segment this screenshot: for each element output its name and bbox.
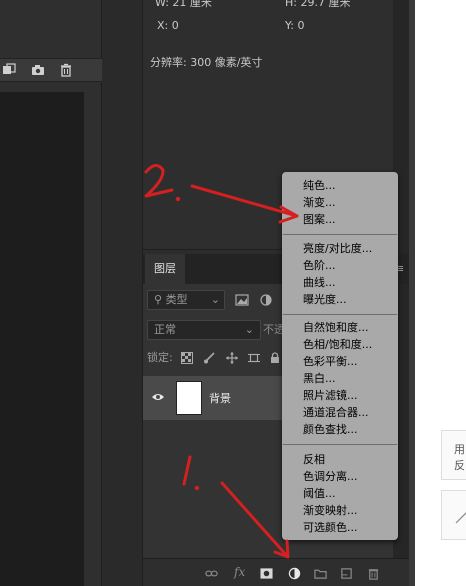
panel-gutter <box>103 0 143 586</box>
left-panel <box>0 0 102 586</box>
new-layer-icon[interactable] <box>340 567 353 580</box>
chevron-down-icon: ⌄ <box>210 293 220 306</box>
menu-item-color-balance[interactable]: 色彩平衡... <box>303 355 358 368</box>
camera-icon[interactable] <box>31 63 45 77</box>
menu-item-color-lookup[interactable]: 颜色查找... <box>303 423 358 436</box>
layer-filter-select[interactable]: ⚲ 类型 ⌄ <box>147 290 225 310</box>
menu-separator <box>283 314 397 315</box>
eye-icon[interactable] <box>151 392 165 402</box>
menu-item-vibrance[interactable]: 自然饱和度... <box>303 321 369 334</box>
adjustment-layer-icon[interactable] <box>288 567 301 580</box>
side-card-2[interactable] <box>441 490 466 540</box>
folder-icon[interactable] <box>314 567 327 580</box>
menu-item-gradient-map[interactable]: 渐变映射... <box>303 504 358 517</box>
adjustment-layer-menu: 纯色... 渐变... 图案... 亮度/对比度... 色阶... 曲线... … <box>282 172 398 540</box>
mask-icon[interactable] <box>260 567 273 580</box>
menu-separator <box>283 444 397 445</box>
menu-item-photo-filter[interactable]: 照片滤镜... <box>303 389 358 402</box>
menu-separator <box>283 234 397 235</box>
left-panel-toolbar <box>0 58 102 82</box>
search-icon: ⚲ <box>154 293 163 306</box>
move-icon[interactable] <box>226 352 238 364</box>
page-edge-shadow <box>409 0 415 586</box>
menu-item-levels[interactable]: 色阶... <box>303 259 336 272</box>
menu-item-channel-mixer[interactable]: 通道混合器... <box>303 406 369 419</box>
tab-layers[interactable]: 图层 <box>145 254 185 284</box>
menu-item-selective-color[interactable]: 可选颜色... <box>303 521 358 534</box>
menu-item-brightness-contrast[interactable]: 亮度/对比度... <box>303 242 372 255</box>
pen-stroke-icon <box>455 512 466 524</box>
trash-icon[interactable] <box>367 567 380 580</box>
side-card-text-2: 反 <box>454 459 465 472</box>
menu-item-curves[interactable]: 曲线... <box>303 276 336 289</box>
left-canvas-area[interactable] <box>0 92 84 586</box>
x-value: X: 0 <box>157 19 179 32</box>
layer-thumbnail[interactable] <box>176 381 202 415</box>
menu-item-invert[interactable]: 反相 <box>303 453 325 466</box>
width-value: W: 21 厘米 <box>155 0 212 9</box>
photoshop-window: W: 21 厘米 H: 29.7 厘米 X: 0 Y: 0 分辨率: 300 像… <box>0 0 466 586</box>
blend-mode-select[interactable]: 正常 ⌄ <box>147 320 261 340</box>
menu-item-hue-saturation[interactable]: 色相/饱和度... <box>303 338 372 351</box>
menu-item-black-white[interactable]: 黑白... <box>303 372 336 385</box>
chevron-down-icon: ⌄ <box>244 323 254 336</box>
filter-kind-label: 类型 <box>165 293 188 306</box>
blend-mode-value: 正常 <box>154 323 176 336</box>
fx-icon[interactable]: fx <box>234 565 245 579</box>
layer-name[interactable]: 背景 <box>209 390 231 406</box>
lock-transparent-pixels-icon[interactable] <box>181 352 193 364</box>
menu-item-posterize[interactable]: 色调分离... <box>303 470 358 483</box>
trash-icon[interactable] <box>59 63 73 77</box>
document-page-area: 用 反 <box>409 0 466 586</box>
y-value: Y: 0 <box>285 19 305 32</box>
side-card-text-1: 用 <box>454 443 465 456</box>
menu-item-solid-color[interactable]: 纯色... <box>303 179 336 192</box>
lock-all-icon[interactable] <box>269 352 281 364</box>
layer-comp-icon[interactable] <box>2 63 16 77</box>
menu-item-threshold[interactable]: 阈值... <box>303 487 336 500</box>
menu-item-pattern[interactable]: 图案... <box>303 213 336 226</box>
menu-item-gradient[interactable]: 渐变... <box>303 196 336 209</box>
link-icon[interactable] <box>205 567 218 580</box>
layers-bottom-bar: fx <box>143 558 409 586</box>
image-filter-icon[interactable] <box>235 294 249 306</box>
brush-icon[interactable] <box>203 352 215 364</box>
side-card[interactable]: 用 反 <box>441 430 466 480</box>
lock-label: 锁定: <box>147 351 173 364</box>
menu-item-exposure[interactable]: 曝光度... <box>303 293 347 306</box>
height-value: H: 29.7 厘米 <box>285 0 351 9</box>
artboard-lock-icon[interactable] <box>248 352 260 364</box>
adjustment-filter-icon[interactable] <box>260 294 272 306</box>
resolution-text: 分辨率: 300 像素/英寸 <box>150 56 263 69</box>
